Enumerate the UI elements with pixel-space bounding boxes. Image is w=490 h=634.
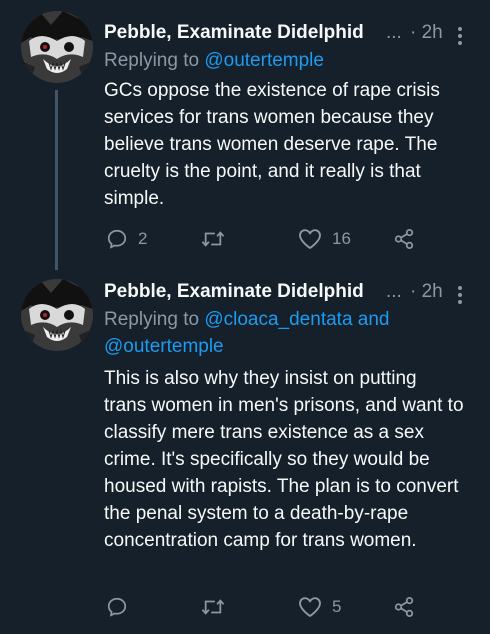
avatar[interactable]	[21, 279, 93, 351]
name-truncation: ...	[386, 22, 402, 43]
replying-to: Replying to @outertemple	[104, 47, 324, 74]
more-icon[interactable]	[458, 284, 464, 307]
replying-prefix: Replying to	[104, 309, 200, 330]
retweet-icon	[201, 599, 225, 615]
tweet-text: This is also why they insist on putting …	[104, 368, 464, 551]
thread-line	[55, 90, 58, 270]
mention-link[interactable]: @outertemple	[204, 50, 324, 71]
retweet-button[interactable]	[201, 228, 225, 250]
author-name[interactable]: Pebble, Examinate Didelphid	[104, 22, 364, 44]
replying-to: Replying to @cloaca_dentata and	[104, 306, 390, 333]
mention-link[interactable]: @cloaca_dentata and	[204, 309, 389, 330]
retweet-icon	[201, 231, 225, 247]
reply-icon	[107, 229, 127, 249]
like-icon	[299, 229, 321, 250]
avatar[interactable]	[21, 11, 93, 83]
share-button[interactable]	[393, 596, 415, 618]
share-icon	[394, 596, 414, 618]
timestamp[interactable]: · 2h	[410, 281, 443, 303]
like-count: 5	[332, 597, 342, 616]
opossum-avatar-icon	[21, 279, 93, 351]
retweet-button[interactable]	[201, 596, 225, 618]
share-button[interactable]	[393, 228, 415, 250]
replying-prefix: Replying to	[104, 50, 200, 71]
tweet-1[interactable]: Pebble, Examinate Didelphid ... · 2h Rep…	[0, 0, 490, 270]
reply-count: 2	[138, 229, 148, 248]
like-icon	[299, 597, 321, 618]
share-icon	[394, 228, 414, 250]
name-truncation: ...	[386, 281, 402, 302]
like-count: 16	[332, 229, 351, 248]
reply-icon	[107, 597, 127, 617]
more-icon[interactable]	[458, 25, 464, 48]
like-button[interactable]: 16	[298, 228, 351, 250]
timestamp[interactable]: · 2h	[410, 22, 443, 44]
tweet-text: GCs oppose the existence of rape crisis …	[104, 80, 440, 209]
tweet-2[interactable]: Pebble, Examinate Didelphid ... · 2h Rep…	[0, 270, 490, 634]
author-name[interactable]: Pebble, Examinate Didelphid	[104, 281, 364, 303]
opossum-avatar-icon	[21, 11, 93, 83]
reply-button[interactable]	[106, 596, 138, 618]
mention-link[interactable]: @outertemple	[104, 333, 224, 360]
like-button[interactable]: 5	[298, 596, 341, 618]
reply-button[interactable]: 2	[106, 228, 147, 250]
